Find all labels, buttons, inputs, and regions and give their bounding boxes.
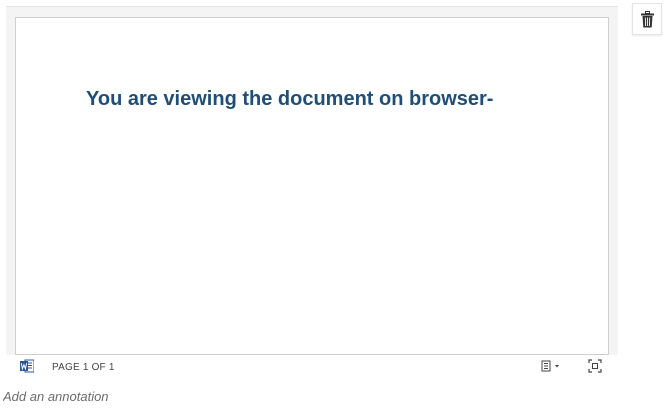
document-viewer: You are viewing the document on browser-… [6, 6, 618, 377]
chevron-down-icon [555, 365, 559, 368]
word-document-icon [20, 359, 35, 373]
document-page: You are viewing the document on browser- [15, 17, 609, 355]
document-body-text: You are viewing the document on browser- [86, 88, 494, 110]
delete-button[interactable] [632, 3, 662, 35]
reading-view-icon [541, 360, 551, 372]
annotation-input[interactable] [3, 386, 403, 406]
document-viewer-widget: You are viewing the document on browser-… [0, 0, 666, 409]
fullscreen-icon [588, 359, 602, 373]
page-count-label: PAGE 1 OF 1 [52, 362, 115, 373]
reading-view-dropdown[interactable] [540, 359, 566, 373]
trash-icon [641, 11, 654, 28]
fullscreen-button[interactable] [588, 359, 602, 373]
viewer-status-bar: PAGE 1 OF 1 [6, 355, 618, 377]
